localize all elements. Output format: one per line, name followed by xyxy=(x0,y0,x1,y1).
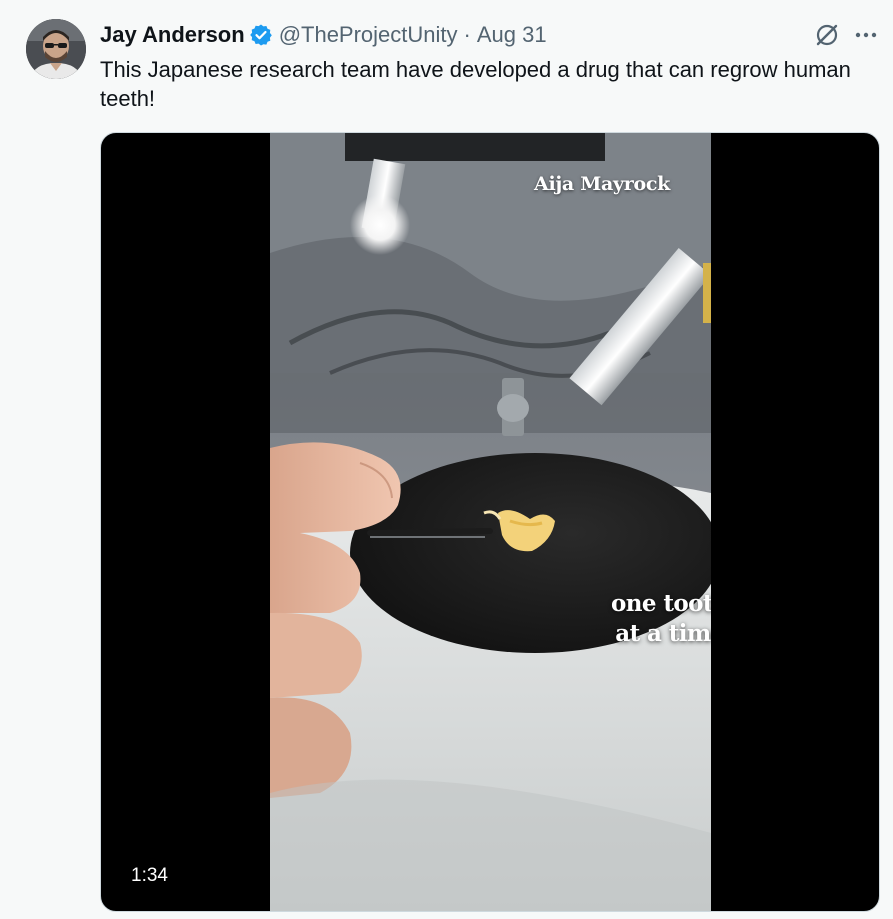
more-options-icon[interactable] xyxy=(852,22,880,48)
separator-dot: · xyxy=(463,22,471,47)
tweet[interactable]: Jay Anderson @TheProjectUnity · Aug 31 T… xyxy=(0,0,893,919)
avatar[interactable] xyxy=(26,19,86,79)
tweet-date[interactable]: Aug 31 xyxy=(477,22,547,48)
tweet-header: Jay Anderson @TheProjectUnity · Aug 31 xyxy=(100,22,547,48)
tweet-text: This Japanese research team have develop… xyxy=(100,57,851,111)
verified-badge-icon xyxy=(249,23,273,47)
author-handle[interactable]: @TheProjectUnity xyxy=(279,22,458,48)
video-duration-badge: 1:34 xyxy=(121,861,178,891)
grok-icon[interactable] xyxy=(814,22,840,48)
video-player[interactable]: Aija Mayrock one tooth at a time 1:34 xyxy=(100,132,880,912)
author-name[interactable]: Jay Anderson xyxy=(100,22,245,48)
video-frame: Aija Mayrock one tooth at a time xyxy=(270,133,711,911)
video-watermark: Aija Mayrock xyxy=(534,173,670,195)
video-caption: one tooth at a time xyxy=(611,590,711,647)
